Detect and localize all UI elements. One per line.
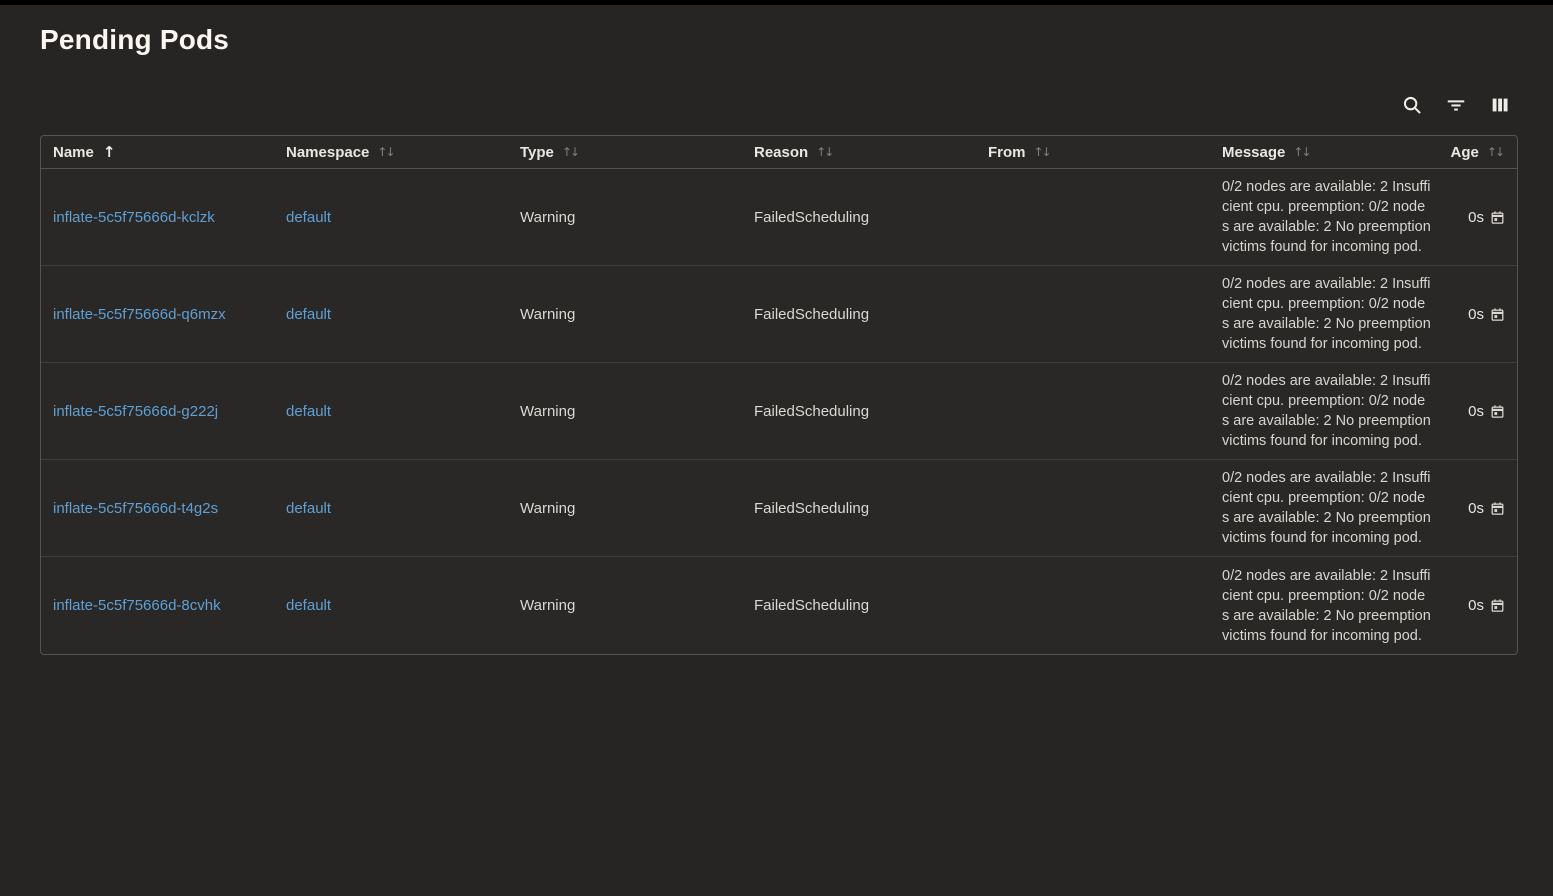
filter-icon — [1445, 94, 1467, 116]
sort-icon: ↑↓ — [377, 145, 393, 159]
cell-reason: FailedScheduling — [742, 597, 976, 614]
namespace-link[interactable]: default — [286, 500, 331, 517]
column-label: Reason — [754, 144, 808, 161]
filter-button[interactable] — [1441, 90, 1471, 120]
table-row: inflate-5c5f75666d-kclzk default Warning… — [41, 169, 1517, 266]
cell-name: inflate-5c5f75666d-g222j — [41, 403, 274, 420]
column-label: Age — [1451, 144, 1479, 161]
view-columns-icon — [1489, 94, 1511, 116]
column-header-namespace[interactable]: Namespace ↑↓ — [274, 144, 508, 161]
cell-age: 0s — [1440, 500, 1517, 517]
cell-type: Warning — [508, 403, 742, 420]
cell-namespace: default — [274, 306, 508, 323]
age-value: 0s — [1468, 209, 1484, 226]
calendar-icon — [1490, 307, 1505, 322]
pod-link[interactable]: inflate-5c5f75666d-kclzk — [53, 209, 215, 226]
column-label: Namespace — [286, 144, 369, 161]
cell-reason: FailedScheduling — [742, 403, 976, 420]
cell-name: inflate-5c5f75666d-t4g2s — [41, 500, 274, 517]
sort-icon: ↑↓ — [1293, 145, 1309, 159]
pod-link[interactable]: inflate-5c5f75666d-q6mzx — [53, 306, 226, 323]
namespace-link[interactable]: default — [286, 306, 331, 323]
pod-link[interactable]: inflate-5c5f75666d-8cvhk — [53, 597, 221, 614]
cell-namespace: default — [274, 500, 508, 517]
cell-message: 0/2 nodes are available: 2 Insufficient … — [1210, 371, 1440, 451]
cell-reason: FailedScheduling — [742, 209, 976, 226]
table-header-row: Name ↑ Namespace ↑↓ Type ↑↓ Reason ↑↓ Fr… — [41, 136, 1517, 169]
cell-name: inflate-5c5f75666d-kclzk — [41, 209, 274, 226]
top-bar — [0, 0, 1553, 5]
cell-namespace: default — [274, 597, 508, 614]
cell-reason: FailedScheduling — [742, 500, 976, 517]
age-value: 0s — [1468, 500, 1484, 517]
calendar-icon — [1490, 501, 1505, 516]
table-row: inflate-5c5f75666d-g222j default Warning… — [41, 363, 1517, 460]
cell-message: 0/2 nodes are available: 2 Insufficient … — [1210, 566, 1440, 646]
table-toolbar — [1397, 90, 1515, 120]
column-label: From — [988, 144, 1026, 161]
cell-age: 0s — [1440, 306, 1517, 323]
pod-link[interactable]: inflate-5c5f75666d-g222j — [53, 403, 218, 420]
sort-icon: ↑↓ — [1034, 145, 1050, 159]
search-icon — [1401, 94, 1423, 116]
cell-namespace: default — [274, 209, 508, 226]
cell-age: 0s — [1440, 403, 1517, 420]
namespace-link[interactable]: default — [286, 597, 331, 614]
cell-message: 0/2 nodes are available: 2 Insufficient … — [1210, 468, 1440, 548]
table-row: inflate-5c5f75666d-t4g2s default Warning… — [41, 460, 1517, 557]
sort-icon: ↑↓ — [562, 145, 578, 159]
cell-age: 0s — [1440, 597, 1517, 614]
cell-reason: FailedScheduling — [742, 306, 976, 323]
calendar-icon — [1490, 598, 1505, 613]
namespace-link[interactable]: default — [286, 403, 331, 420]
cell-name: inflate-5c5f75666d-q6mzx — [41, 306, 274, 323]
age-value: 0s — [1468, 306, 1484, 323]
column-label: Name — [53, 144, 94, 161]
cell-name: inflate-5c5f75666d-8cvhk — [41, 597, 274, 614]
column-header-reason[interactable]: Reason ↑↓ — [742, 144, 976, 161]
pending-pods-table: Name ↑ Namespace ↑↓ Type ↑↓ Reason ↑↓ Fr… — [40, 135, 1518, 655]
sort-icon: ↑↓ — [1487, 145, 1503, 159]
cell-namespace: default — [274, 403, 508, 420]
cell-age: 0s — [1440, 209, 1517, 226]
page-title: Pending Pods — [40, 24, 229, 56]
column-header-name[interactable]: Name ↑ — [41, 143, 274, 161]
age-value: 0s — [1468, 597, 1484, 614]
cell-message: 0/2 nodes are available: 2 Insufficient … — [1210, 274, 1440, 354]
age-value: 0s — [1468, 403, 1484, 420]
cell-type: Warning — [508, 597, 742, 614]
cell-type: Warning — [508, 209, 742, 226]
sort-asc-icon: ↑ — [103, 143, 116, 161]
column-header-age[interactable]: Age ↑↓ — [1440, 144, 1517, 161]
cell-message: 0/2 nodes are available: 2 Insufficient … — [1210, 177, 1440, 257]
namespace-link[interactable]: default — [286, 209, 331, 226]
calendar-icon — [1490, 404, 1505, 419]
column-label: Type — [520, 144, 554, 161]
column-header-from[interactable]: From ↑↓ — [976, 144, 1210, 161]
column-header-type[interactable]: Type ↑↓ — [508, 144, 742, 161]
cell-type: Warning — [508, 306, 742, 323]
pod-link[interactable]: inflate-5c5f75666d-t4g2s — [53, 500, 218, 517]
table-row: inflate-5c5f75666d-q6mzx default Warning… — [41, 266, 1517, 363]
search-button[interactable] — [1397, 90, 1427, 120]
calendar-icon — [1490, 210, 1505, 225]
sort-icon: ↑↓ — [816, 145, 832, 159]
column-label: Message — [1222, 144, 1285, 161]
columns-button[interactable] — [1485, 90, 1515, 120]
column-header-message[interactable]: Message ↑↓ — [1210, 144, 1440, 161]
cell-type: Warning — [508, 500, 742, 517]
table-row: inflate-5c5f75666d-8cvhk default Warning… — [41, 557, 1517, 654]
